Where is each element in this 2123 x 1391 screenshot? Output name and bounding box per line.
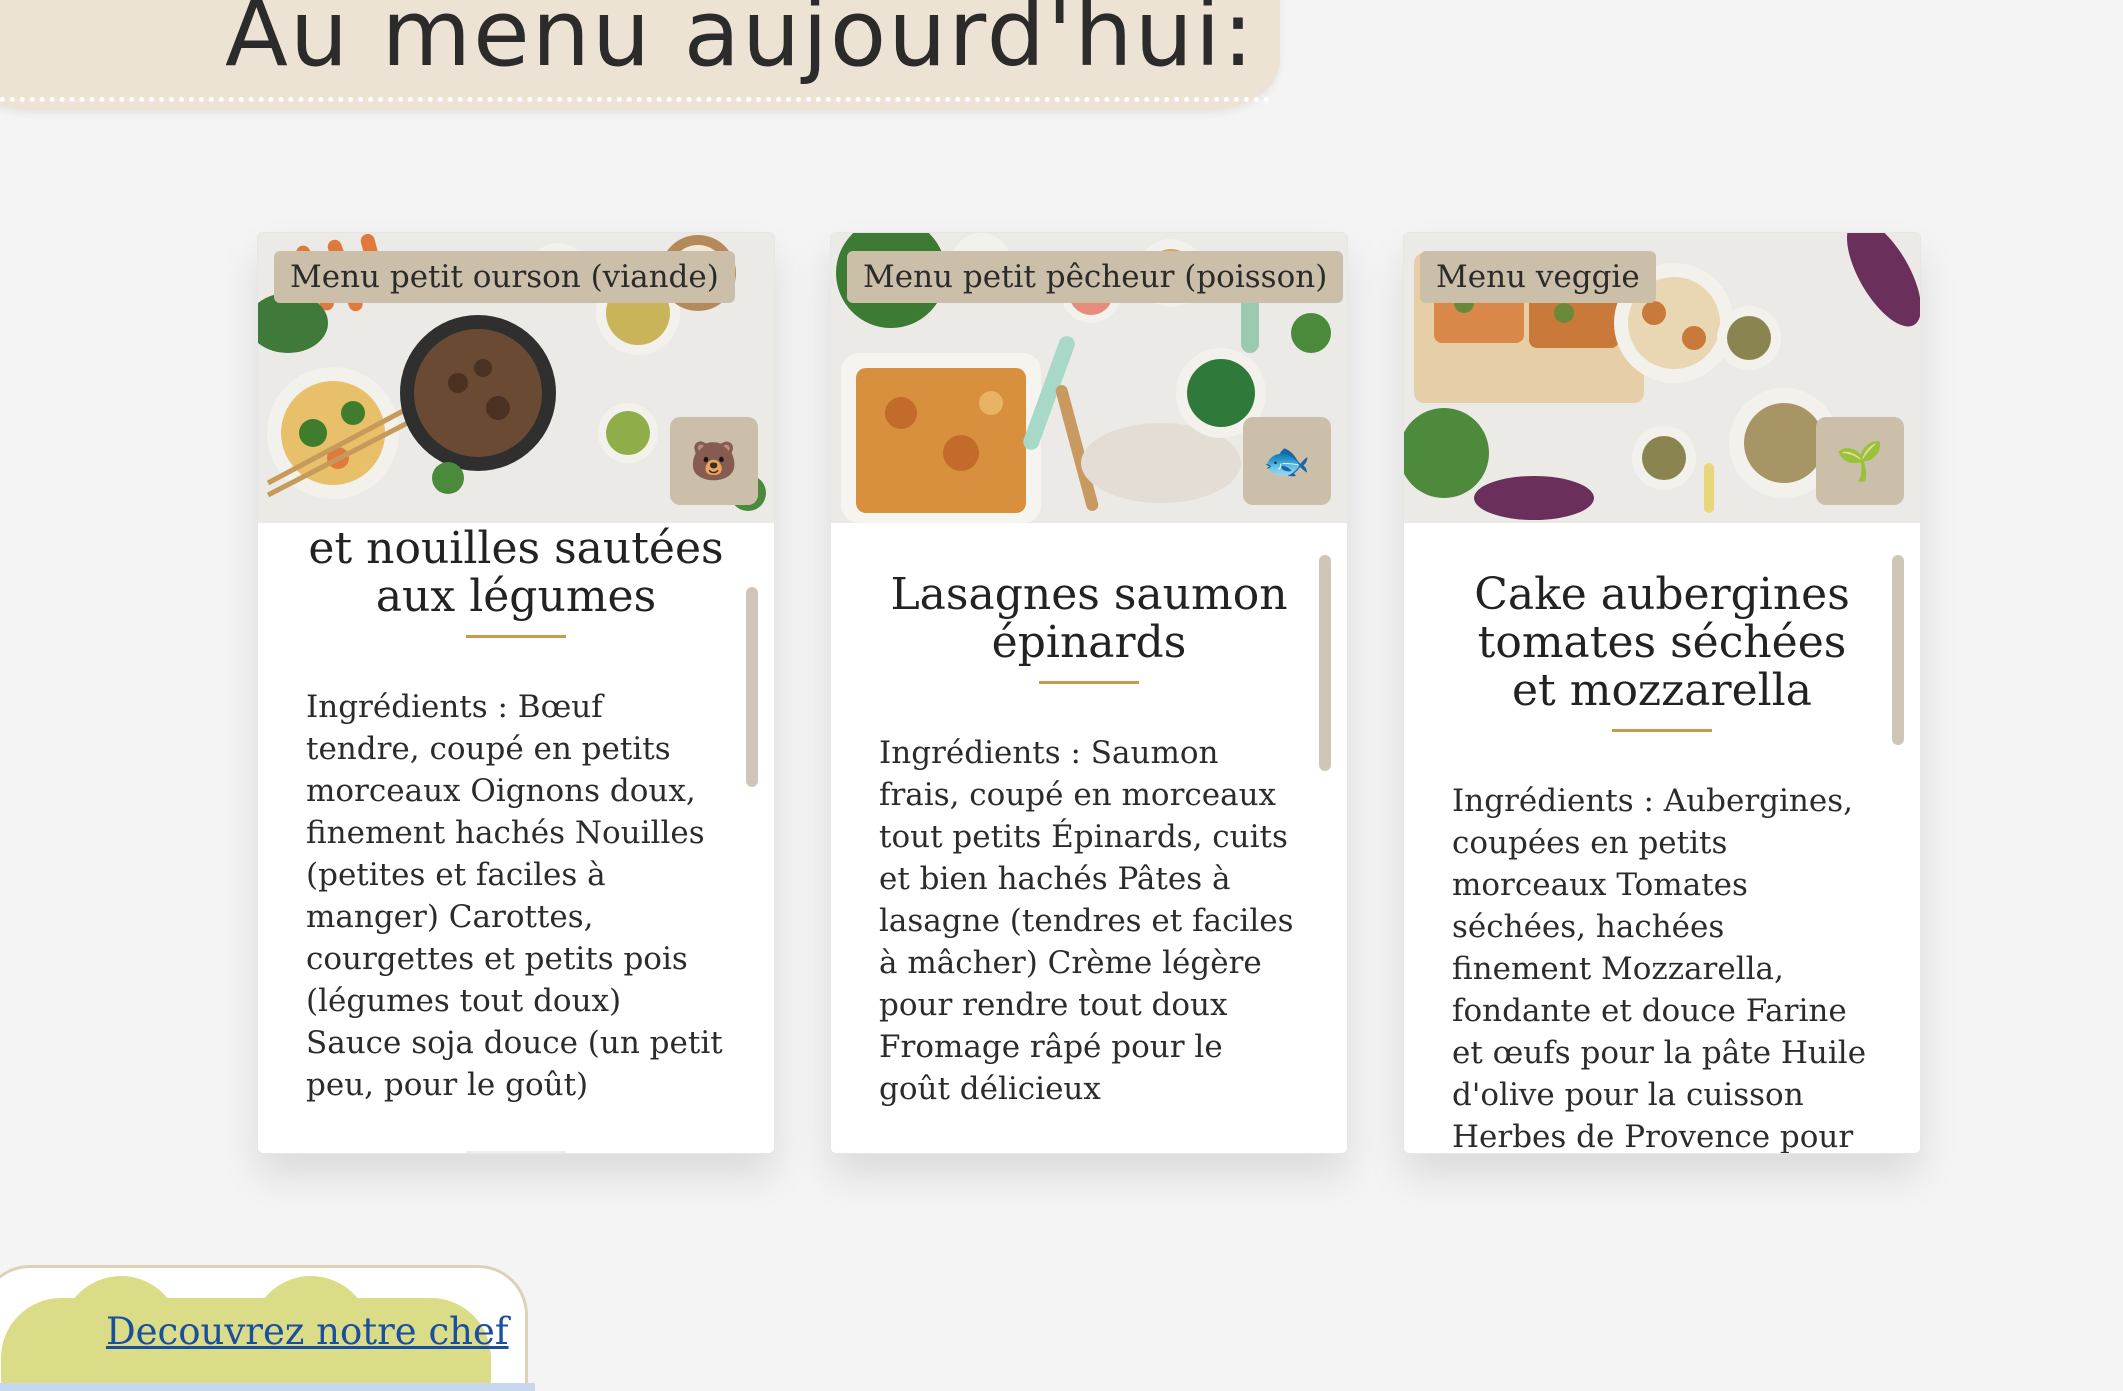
bottom-strip	[0, 1383, 535, 1391]
bear-icon: 🐻	[670, 417, 758, 505]
dish-title: Cake aubergines tomates séchées et mozza…	[1474, 569, 1850, 716]
dish-ingredients: Ingrédients : Aubergines, coupées en pet…	[1452, 783, 1867, 1153]
dish-photo: Menu petit pêcheur (poisson) 🐟	[831, 233, 1347, 523]
menu-category-tag: Menu petit ourson (viande)	[274, 251, 735, 303]
discover-chef-link[interactable]: Decouvrez notre chef	[106, 1310, 509, 1353]
card-scroll-area[interactable]: et nouilles sautées aux légumes Ingrédie…	[258, 523, 774, 1153]
menu-card-fish[interactable]: Menu petit pêcheur (poisson) 🐟 Lasagnes …	[830, 232, 1348, 1154]
title-underline	[1612, 729, 1712, 732]
fish-icon: 🐟	[1243, 417, 1331, 505]
title-underline	[1039, 681, 1139, 684]
card-content: Lasagnes saumon épinards Ingrédients : S…	[831, 523, 1347, 1110]
divider	[466, 1151, 566, 1153]
card-content: Cake aubergines tomates séchées et mozza…	[1404, 523, 1920, 1154]
page-title: Au menu aujourd'hui:	[225, 0, 1256, 87]
dish-photo: Menu veggie 🌱	[1404, 233, 1920, 523]
card-scroll-area[interactable]: Cake aubergines tomates séchées et mozza…	[1404, 523, 1920, 1153]
menu-category-tag: Menu veggie	[1420, 251, 1656, 303]
scrollbar-thumb[interactable]	[1319, 555, 1331, 771]
menu-category-tag: Menu petit pêcheur (poisson)	[847, 251, 1344, 303]
page: Au menu aujourd'hui: Menu petit ourson (…	[0, 0, 2123, 1391]
scrollbar-thumb[interactable]	[746, 587, 758, 787]
card-content: et nouilles sautées aux légumes Ingrédie…	[258, 523, 774, 1153]
dish-ingredients: Ingrédients : Bœuf tendre, coupé en peti…	[306, 689, 723, 1103]
title-underline	[466, 635, 566, 638]
menu-card-veggie[interactable]: Menu veggie 🌱 Cake aubergines tomates sé…	[1403, 232, 1921, 1154]
menu-card-meat[interactable]: Menu petit ourson (viande) 🐻 et nouilles…	[257, 232, 775, 1154]
scrollbar-thumb[interactable]	[1892, 555, 1904, 745]
seedling-icon: 🌱	[1816, 417, 1904, 505]
dish-photo: Menu petit ourson (viande) 🐻	[258, 233, 774, 523]
dish-title: et nouilles sautées aux légumes	[308, 523, 724, 622]
dish-title: Lasagnes saumon épinards	[890, 569, 1288, 668]
card-scroll-area[interactable]: Lasagnes saumon épinards Ingrédients : S…	[831, 523, 1347, 1153]
dish-ingredients: Ingrédients : Saumon frais, coupé en mor…	[879, 735, 1294, 1107]
